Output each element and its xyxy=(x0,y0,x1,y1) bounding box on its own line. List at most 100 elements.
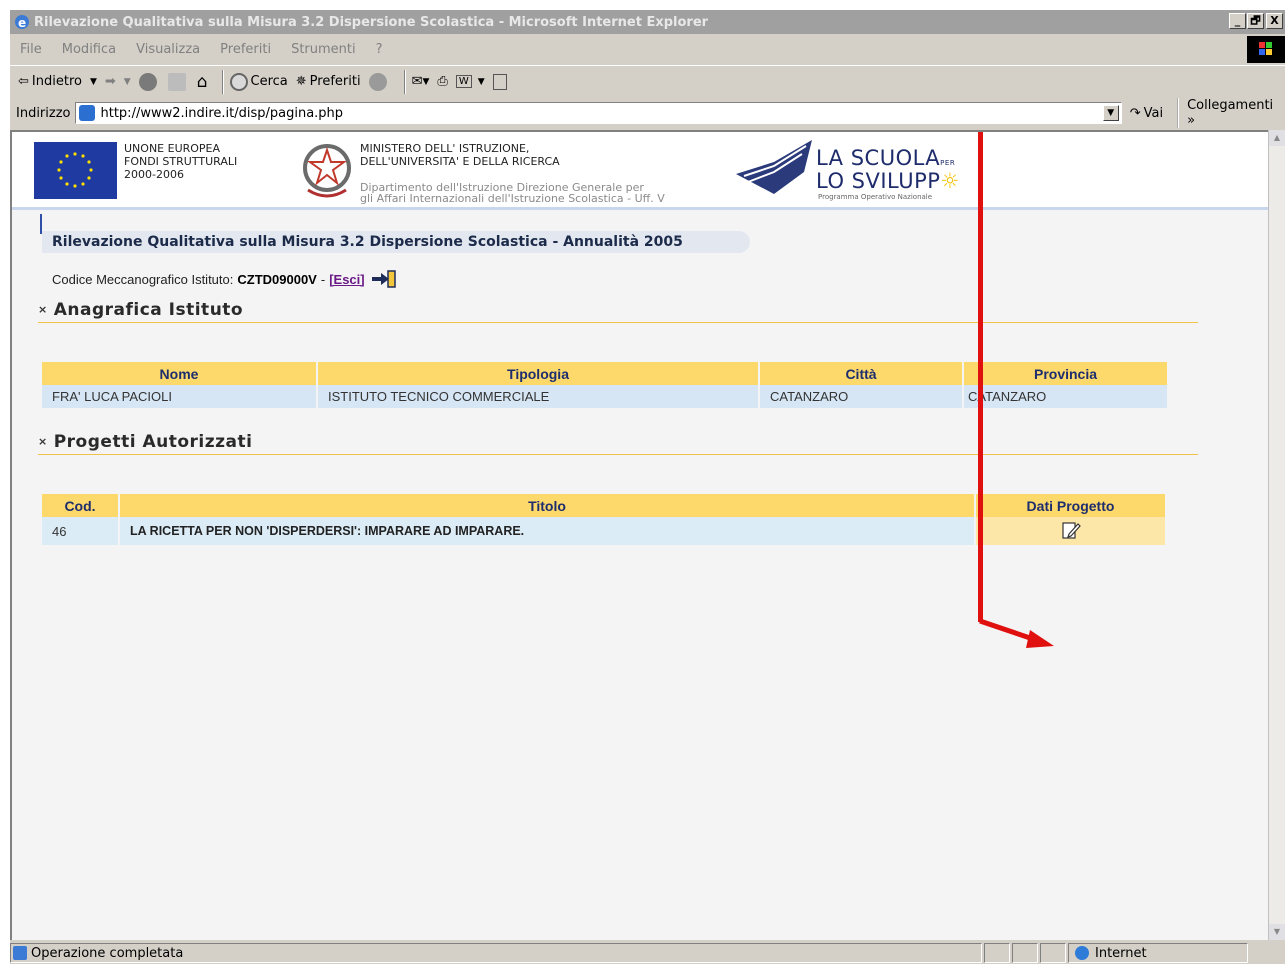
address-label: Indirizzo xyxy=(16,105,71,121)
links-button[interactable]: Collegamenti » xyxy=(1177,98,1285,128)
table-header-row: Nome Tipologia Città Provincia xyxy=(42,362,1167,385)
menu-bar: File Modifica Visualizza Preferiti Strum… xyxy=(10,36,1285,62)
edit-document-icon[interactable] xyxy=(1060,520,1082,540)
department-text: Dipartimento dell'Istruzione Direzione G… xyxy=(360,182,665,204)
window-title: Rilevazione Qualitativa sulla Misura 3.2… xyxy=(34,14,709,30)
back-button[interactable]: ⇦ Indietro ▼ xyxy=(18,69,97,95)
section-progetti: × Progetti Autorizzati xyxy=(38,429,1198,455)
refresh-button[interactable] xyxy=(167,69,189,95)
title-bar[interactable]: e Rilevazione Qualitativa sulla Misura 3… xyxy=(10,10,1285,34)
project-data-cell xyxy=(976,517,1165,545)
discuss-icon xyxy=(492,73,507,90)
status-pane xyxy=(1040,943,1066,963)
mail-button[interactable]: ✉ ▼ xyxy=(412,69,430,95)
eu-text: UNONE EUROPEA FONDI STRUTTURALI 2000-200… xyxy=(124,142,237,181)
status-message: Operazione completata xyxy=(10,943,982,963)
progetti-table: Cod. Titolo Dati Progetto 46 LA RICETTA … xyxy=(40,494,1167,545)
minimize-button[interactable]: _ xyxy=(1229,13,1246,29)
history-button[interactable] xyxy=(368,69,390,95)
annotation-red-arrow-icon xyxy=(979,618,1054,648)
column-header: Dati Progetto xyxy=(976,494,1165,517)
status-pane xyxy=(984,943,1010,963)
codice-value: CZTD09000V xyxy=(237,271,317,287)
eu-line: 2000-2006 xyxy=(124,168,184,181)
windows-logo-icon xyxy=(1247,36,1285,63)
page-title: Rilevazione Qualitativa sulla Misura 3.2… xyxy=(42,231,750,253)
menu-visualizza[interactable]: Visualizza xyxy=(136,42,200,57)
logo-per: PER xyxy=(940,159,956,167)
mail-icon: ✉ xyxy=(411,74,423,89)
ministry-text: MINISTERO DELL' ISTRUZIONE, DELL'UNIVERS… xyxy=(360,142,560,168)
standard-toolbar: ⇦ Indietro ▼ ➡ ▼ ⌂ Cerca ✵ Preferiti ✉ ▼ … xyxy=(10,65,1285,97)
menu-file[interactable]: File xyxy=(20,42,42,57)
section-heading: Progetti Autorizzati xyxy=(53,431,253,452)
anagrafica-table: Nome Tipologia Città Provincia FRA' LUCA… xyxy=(40,362,1169,408)
chevron-down-icon: ▼ xyxy=(123,76,131,87)
refresh-icon xyxy=(167,72,186,91)
edit-button[interactable]: W ▼ xyxy=(455,69,485,95)
vertical-scrollbar[interactable]: ▲ ▼ xyxy=(1268,130,1285,940)
discuss-button[interactable] xyxy=(492,69,507,95)
back-arrow-icon: ⇦ xyxy=(18,74,29,89)
links-label: Collegamenti xyxy=(1187,98,1274,113)
exit-link[interactable]: [Esci] xyxy=(329,272,364,287)
favorites-button[interactable]: ✵ Preferiti xyxy=(296,69,361,95)
favorites-label: Preferiti xyxy=(309,74,361,89)
page-viewport: UNONE EUROPEA FONDI STRUTTURALI 2000-200… xyxy=(10,130,1268,940)
la-scuola-logo: LA SCUOLAPER LO SVILUPP☼ Programma Opera… xyxy=(734,136,964,206)
codice-line: Codice Meccanografico Istituto: CZTD0900… xyxy=(52,270,397,288)
column-header: Provincia xyxy=(964,362,1167,385)
stop-icon xyxy=(138,72,157,91)
codice-label: Codice Meccanografico Istituto: xyxy=(52,271,234,287)
url-input[interactable]: http://www2.indire.it/disp/pagina.php ▼ xyxy=(74,102,1122,124)
ie-logo-icon: e xyxy=(15,15,29,30)
project-title: LA RICETTA PER NON 'DISPERDERSI': IMPARA… xyxy=(120,517,974,545)
menu-help[interactable]: ? xyxy=(376,42,383,57)
codice-separator: - xyxy=(320,271,326,287)
chevron-down-icon: ▼ xyxy=(422,76,430,87)
url-dropdown-button[interactable]: ▼ xyxy=(1102,105,1119,121)
forward-arrow-icon: ➡ xyxy=(104,74,116,89)
maximize-button[interactable]: 🗗 xyxy=(1247,13,1264,29)
italian-republic-emblem-icon xyxy=(300,140,354,200)
logo-word: LO SVILUPP xyxy=(816,169,941,193)
annotation-red-line xyxy=(978,132,983,622)
logo-line-2: LO SVILUPP☼ xyxy=(816,169,960,193)
security-zone: Internet xyxy=(1068,943,1248,963)
scroll-up-button[interactable]: ▲ xyxy=(1269,130,1285,146)
eu-line: FONDI STRUTTURALI xyxy=(124,155,238,168)
sun-icon: ☼ xyxy=(940,169,960,193)
scroll-down-button[interactable]: ▼ xyxy=(1269,924,1285,940)
logo-line-1: LA SCUOLAPER xyxy=(816,146,955,170)
table-row: 46 LA RICETTA PER NON 'DISPERDERSI': IMP… xyxy=(42,517,1165,545)
close-button[interactable]: X xyxy=(1266,13,1283,29)
home-icon: ⌂ xyxy=(196,71,208,92)
section-anagrafica: × Anagrafica Istituto xyxy=(38,297,1198,323)
menu-strumenti[interactable]: Strumenti xyxy=(291,42,356,57)
exit-icon[interactable] xyxy=(371,270,397,288)
history-icon xyxy=(368,72,387,91)
status-text: Operazione completata xyxy=(31,945,184,961)
stop-button[interactable] xyxy=(138,69,160,95)
print-button[interactable]: ⎙ xyxy=(437,69,447,95)
forward-button[interactable]: ➡ ▼ xyxy=(105,69,131,95)
table-row: FRA' LUCA PACIOLI ISTITUTO TECNICO COMME… xyxy=(42,385,1167,408)
table-header-row: Cod. Titolo Dati Progetto xyxy=(42,494,1165,517)
toolbar-separator xyxy=(221,69,224,94)
ministry-line: MINISTERO DELL' ISTRUZIONE, xyxy=(360,142,530,155)
search-label: Cerca xyxy=(250,74,288,89)
menu-preferiti[interactable]: Preferiti xyxy=(220,42,271,57)
department-line: gli Affari Internazionali dell'Istruzion… xyxy=(360,192,665,205)
print-icon: ⎙ xyxy=(437,74,448,89)
menu-modifica[interactable]: Modifica xyxy=(62,42,116,57)
column-header: Nome xyxy=(42,362,316,385)
go-button[interactable]: ↷ Vai xyxy=(1130,106,1163,121)
home-button[interactable]: ⌂ xyxy=(197,69,208,95)
search-button[interactable]: Cerca xyxy=(229,69,288,95)
table-cell: CATANZARO xyxy=(760,385,962,408)
globe-icon xyxy=(1075,946,1089,960)
zone-text: Internet xyxy=(1095,945,1147,961)
status-bar: Operazione completata Internet xyxy=(10,942,1285,964)
svg-text:e: e xyxy=(18,16,26,30)
table-cell: CATANZARO xyxy=(964,385,1167,408)
